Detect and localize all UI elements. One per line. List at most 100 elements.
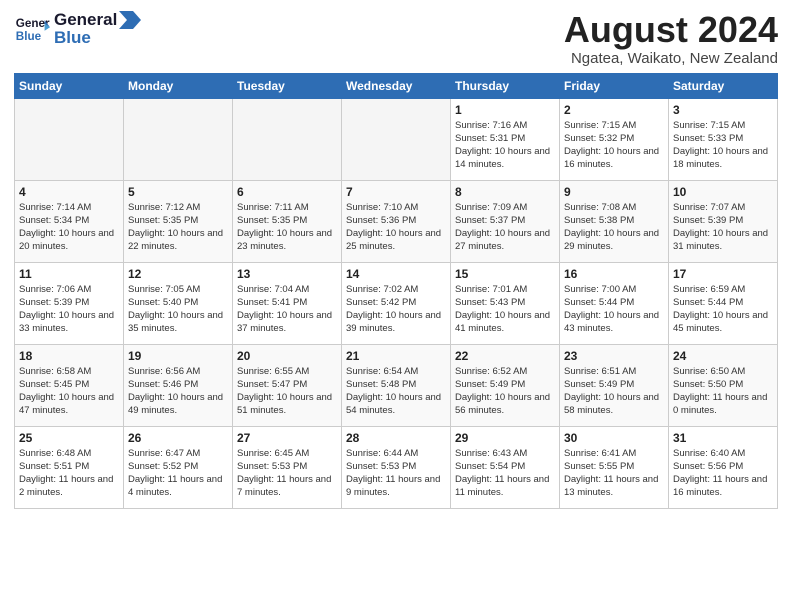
day-number: 14 xyxy=(346,267,446,281)
day-number: 28 xyxy=(346,431,446,445)
day-cell xyxy=(342,98,451,180)
day-cell: 30 Sunrise: 6:41 AMSunset: 5:55 PMDayligh… xyxy=(560,426,669,508)
day-cell: 6 Sunrise: 7:11 AMSunset: 5:35 PMDaylight… xyxy=(233,180,342,262)
day-cell: 12 Sunrise: 7:05 AMSunset: 5:40 PMDayligh… xyxy=(124,262,233,344)
day-cell xyxy=(233,98,342,180)
day-number: 9 xyxy=(564,185,664,199)
day-cell: 18 Sunrise: 6:58 AMSunset: 5:45 PMDayligh… xyxy=(15,344,124,426)
day-cell xyxy=(124,98,233,180)
day-info: Sunrise: 7:08 AMSunset: 5:38 PMDaylight:… xyxy=(564,201,664,254)
day-info: Sunrise: 7:04 AMSunset: 5:41 PMDaylight:… xyxy=(237,283,337,336)
day-number: 23 xyxy=(564,349,664,363)
day-cell: 26 Sunrise: 6:47 AMSunset: 5:52 PMDayligh… xyxy=(124,426,233,508)
day-cell: 29Sunrise: 6:43 AMSunset: 5:54 PMDayligh… xyxy=(451,426,560,508)
day-info: Sunrise: 7:11 AMSunset: 5:35 PMDaylight:… xyxy=(237,201,337,254)
day-cell: 15 Sunrise: 7:01 AMSunset: 5:43 PMDayligh… xyxy=(451,262,560,344)
day-info: Sunrise: 7:16 AMSunset: 5:31 PMDaylight:… xyxy=(455,119,555,172)
day-number: 2 xyxy=(564,103,664,117)
day-number: 10 xyxy=(673,185,773,199)
weekday-header-thursday: Thursday xyxy=(451,73,560,98)
day-cell: 4 Sunrise: 7:14 AMSunset: 5:34 PMDaylight… xyxy=(15,180,124,262)
weekday-header-row: SundayMondayTuesdayWednesdayThursdayFrid… xyxy=(15,73,778,98)
day-info: Sunrise: 6:47 AMSunset: 5:52 PMDaylight:… xyxy=(128,447,228,500)
day-info: Sunrise: 7:07 AMSunset: 5:39 PMDaylight:… xyxy=(673,201,773,254)
day-info: Sunrise: 7:06 AMSunset: 5:39 PMDaylight:… xyxy=(19,283,119,336)
day-cell: 16Sunrise: 7:00 AMSunset: 5:44 PMDayligh… xyxy=(560,262,669,344)
day-info: Sunrise: 6:41 AMSunset: 5:55 PMDaylight:… xyxy=(564,447,664,500)
day-number: 12 xyxy=(128,267,228,281)
day-info: Sunrise: 6:56 AMSunset: 5:46 PMDaylight:… xyxy=(128,365,228,418)
day-info: Sunrise: 6:58 AMSunset: 5:45 PMDaylight:… xyxy=(19,365,119,418)
day-number: 13 xyxy=(237,267,337,281)
day-info: Sunrise: 7:15 AMSunset: 5:33 PMDaylight:… xyxy=(673,119,773,172)
day-cell: 13 Sunrise: 7:04 AMSunset: 5:41 PMDayligh… xyxy=(233,262,342,344)
day-number: 29 xyxy=(455,431,555,445)
weekday-header-sunday: Sunday xyxy=(15,73,124,98)
day-cell: 9 Sunrise: 7:08 AMSunset: 5:38 PMDaylight… xyxy=(560,180,669,262)
day-info: Sunrise: 6:48 AMSunset: 5:51 PMDaylight:… xyxy=(19,447,119,500)
header: General Blue General Blue August 2024 Ng… xyxy=(14,10,778,67)
day-number: 8 xyxy=(455,185,555,199)
day-cell: 25Sunrise: 6:48 AMSunset: 5:51 PMDayligh… xyxy=(15,426,124,508)
day-info: Sunrise: 7:10 AMSunset: 5:36 PMDaylight:… xyxy=(346,201,446,254)
day-number: 15 xyxy=(455,267,555,281)
day-info: Sunrise: 7:05 AMSunset: 5:40 PMDaylight:… xyxy=(128,283,228,336)
day-cell: 5Sunrise: 7:12 AMSunset: 5:35 PMDaylight… xyxy=(124,180,233,262)
day-number: 3 xyxy=(673,103,773,117)
week-row-2: 4 Sunrise: 7:14 AMSunset: 5:34 PMDaylight… xyxy=(15,180,778,262)
day-number: 19 xyxy=(128,349,228,363)
day-number: 11 xyxy=(19,267,119,281)
day-cell: 3 Sunrise: 7:15 AMSunset: 5:33 PMDaylight… xyxy=(669,98,778,180)
day-cell: 2Sunrise: 7:15 AMSunset: 5:32 PMDaylight… xyxy=(560,98,669,180)
day-info: Sunrise: 6:54 AMSunset: 5:48 PMDaylight:… xyxy=(346,365,446,418)
day-cell: 11 Sunrise: 7:06 AMSunset: 5:39 PMDayligh… xyxy=(15,262,124,344)
week-row-4: 18 Sunrise: 6:58 AMSunset: 5:45 PMDayligh… xyxy=(15,344,778,426)
day-cell: 1Sunrise: 7:16 AMSunset: 5:31 PMDaylight… xyxy=(451,98,560,180)
day-number: 26 xyxy=(128,431,228,445)
day-info: Sunrise: 6:55 AMSunset: 5:47 PMDaylight:… xyxy=(237,365,337,418)
day-info: Sunrise: 7:01 AMSunset: 5:43 PMDaylight:… xyxy=(455,283,555,336)
day-info: Sunrise: 6:52 AMSunset: 5:49 PMDaylight:… xyxy=(455,365,555,418)
location-subtitle: Ngatea, Waikato, New Zealand xyxy=(564,50,778,67)
weekday-header-saturday: Saturday xyxy=(669,73,778,98)
day-number: 20 xyxy=(237,349,337,363)
month-year-title: August 2024 xyxy=(564,10,778,50)
day-number: 7 xyxy=(346,185,446,199)
day-cell: 10 Sunrise: 7:07 AMSunset: 5:39 PMDayligh… xyxy=(669,180,778,262)
week-row-3: 11 Sunrise: 7:06 AMSunset: 5:39 PMDayligh… xyxy=(15,262,778,344)
day-cell: 23 Sunrise: 6:51 AMSunset: 5:49 PMDayligh… xyxy=(560,344,669,426)
weekday-header-wednesday: Wednesday xyxy=(342,73,451,98)
title-block: August 2024 Ngatea, Waikato, New Zealand xyxy=(564,10,778,67)
day-number: 22 xyxy=(455,349,555,363)
day-info: Sunrise: 7:14 AMSunset: 5:34 PMDaylight:… xyxy=(19,201,119,254)
calendar-table: SundayMondayTuesdayWednesdayThursdayFrid… xyxy=(14,73,778,509)
svg-text:Blue: Blue xyxy=(16,30,42,43)
day-number: 24 xyxy=(673,349,773,363)
day-number: 17 xyxy=(673,267,773,281)
day-number: 6 xyxy=(237,185,337,199)
day-info: Sunrise: 7:09 AMSunset: 5:37 PMDaylight:… xyxy=(455,201,555,254)
day-cell: 24Sunrise: 6:50 AMSunset: 5:50 PMDayligh… xyxy=(669,344,778,426)
day-info: Sunrise: 6:51 AMSunset: 5:49 PMDaylight:… xyxy=(564,365,664,418)
weekday-header-monday: Monday xyxy=(124,73,233,98)
logo: General Blue General Blue xyxy=(14,10,141,48)
day-info: Sunrise: 6:40 AMSunset: 5:56 PMDaylight:… xyxy=(673,447,773,500)
day-number: 18 xyxy=(19,349,119,363)
day-info: Sunrise: 6:44 AMSunset: 5:53 PMDaylight:… xyxy=(346,447,446,500)
day-cell: 31Sunrise: 6:40 AMSunset: 5:56 PMDayligh… xyxy=(669,426,778,508)
week-row-1: 1Sunrise: 7:16 AMSunset: 5:31 PMDaylight… xyxy=(15,98,778,180)
day-number: 5 xyxy=(128,185,228,199)
logo-general: General xyxy=(54,10,117,30)
day-number: 30 xyxy=(564,431,664,445)
day-cell: 14Sunrise: 7:02 AMSunset: 5:42 PMDayligh… xyxy=(342,262,451,344)
day-number: 21 xyxy=(346,349,446,363)
day-cell: 27 Sunrise: 6:45 AMSunset: 5:53 PMDayligh… xyxy=(233,426,342,508)
day-cell: 8 Sunrise: 7:09 AMSunset: 5:37 PMDaylight… xyxy=(451,180,560,262)
day-cell: 20 Sunrise: 6:55 AMSunset: 5:47 PMDayligh… xyxy=(233,344,342,426)
day-number: 4 xyxy=(19,185,119,199)
day-number: 16 xyxy=(564,267,664,281)
day-number: 27 xyxy=(237,431,337,445)
day-info: Sunrise: 6:45 AMSunset: 5:53 PMDaylight:… xyxy=(237,447,337,500)
week-row-5: 25Sunrise: 6:48 AMSunset: 5:51 PMDayligh… xyxy=(15,426,778,508)
day-cell: 22 Sunrise: 6:52 AMSunset: 5:49 PMDayligh… xyxy=(451,344,560,426)
